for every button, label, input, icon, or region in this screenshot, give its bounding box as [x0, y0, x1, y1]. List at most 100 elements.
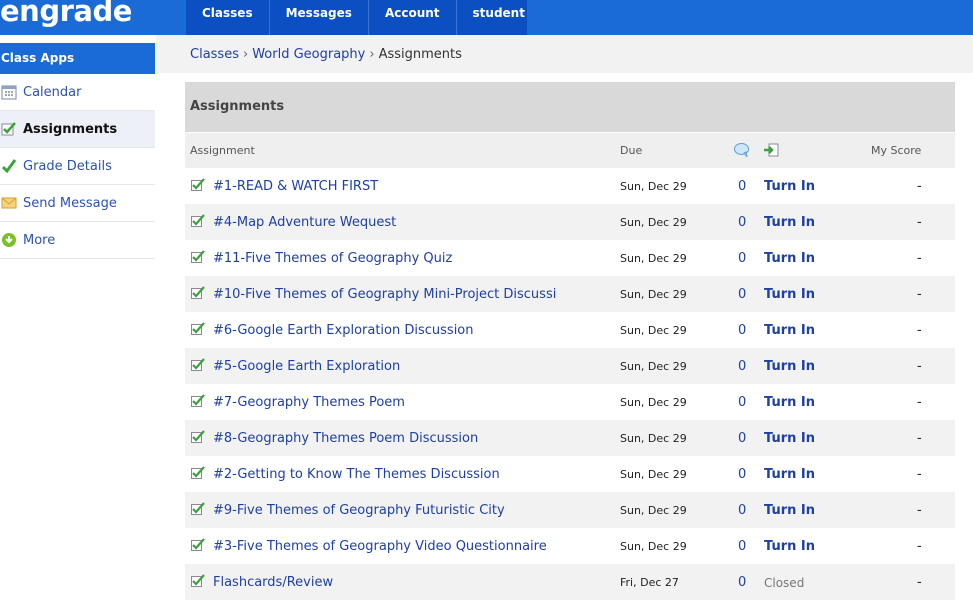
- down-arrow-icon: [2, 233, 16, 247]
- assignment-check-icon: [191, 214, 205, 227]
- assignment-link[interactable]: #3-Five Themes of Geography Video Questi…: [213, 539, 547, 554]
- due-date: Sun, Dec 29: [620, 504, 687, 517]
- turn-in-link[interactable]: Turn In: [764, 539, 815, 554]
- assignment-check-icon: [191, 430, 205, 443]
- sidebar: Class Apps Calendar Assignments Grade De…: [0, 43, 155, 259]
- table-row: #1-READ & WATCH FIRST Sun, Dec 29 0 Turn…: [185, 168, 955, 204]
- due-date: Sun, Dec 29: [620, 252, 687, 265]
- turn-in-link[interactable]: Turn In: [764, 503, 815, 518]
- comment-count[interactable]: 0: [738, 179, 746, 194]
- comment-count[interactable]: 0: [738, 251, 746, 266]
- due-date: Sun, Dec 29: [620, 288, 687, 301]
- table-row: #5-Google Earth Exploration Sun, Dec 29 …: [185, 348, 955, 384]
- header-my-score: My Score: [871, 144, 922, 157]
- assignment-link[interactable]: Flashcards/Review: [213, 575, 333, 590]
- my-score: -: [917, 251, 922, 266]
- assignment-link[interactable]: #6-Google Earth Exploration Discussion: [213, 323, 474, 338]
- assignment-link[interactable]: #5-Google Earth Exploration: [213, 359, 400, 374]
- nav-account[interactable]: Account: [369, 0, 457, 35]
- assignment-check-icon: [191, 574, 205, 587]
- turn-in-link[interactable]: Turn In: [764, 287, 815, 302]
- due-date: Sun, Dec 29: [620, 360, 687, 373]
- sidebar-heading: Class Apps: [0, 43, 155, 74]
- turn-in-link[interactable]: Turn In: [764, 179, 815, 194]
- my-score: -: [917, 431, 922, 446]
- turn-in-link[interactable]: Turn In: [764, 467, 815, 482]
- sidebar-item-label: Send Message: [23, 195, 117, 211]
- sidebar-item-calendar[interactable]: Calendar: [0, 74, 155, 111]
- table-row: #6-Google Earth Exploration Discussion S…: [185, 312, 955, 348]
- my-score: -: [917, 215, 922, 230]
- main-nav: Classes Messages Account student: [186, 0, 527, 35]
- sidebar-item-more[interactable]: More: [0, 222, 155, 259]
- nav-messages[interactable]: Messages: [270, 0, 369, 35]
- comment-count[interactable]: 0: [738, 323, 746, 338]
- sidebar-item-label: Assignments: [23, 121, 118, 137]
- turn-in-link[interactable]: Turn In: [764, 431, 815, 446]
- comment-count[interactable]: 0: [738, 359, 746, 374]
- sidebar-item-grade-details[interactable]: Grade Details: [0, 148, 155, 185]
- turn-in-link[interactable]: Turn In: [764, 251, 815, 266]
- my-score: -: [917, 359, 922, 374]
- engrade-logo[interactable]: engrade: [0, 0, 132, 28]
- sidebar-item-send-message[interactable]: Send Message: [0, 185, 155, 222]
- comment-bubble-icon: [734, 143, 749, 158]
- assignment-link[interactable]: #10-Five Themes of Geography Mini-Projec…: [213, 287, 556, 302]
- assignment-check-icon: [191, 322, 205, 335]
- table-row: #4-Map Adventure Wequest Sun, Dec 29 0 T…: [185, 204, 955, 240]
- due-date: Sun, Dec 29: [620, 432, 687, 445]
- breadcrumb-classes[interactable]: Classes: [190, 47, 239, 62]
- table-row: #9-Five Themes of Geography Futuristic C…: [185, 492, 955, 528]
- table-row: #2-Getting to Know The Themes Discussion…: [185, 456, 955, 492]
- comment-count[interactable]: 0: [738, 215, 746, 230]
- closed-status: Closed: [764, 576, 805, 590]
- assignment-link[interactable]: #2-Getting to Know The Themes Discussion: [213, 467, 500, 482]
- assignment-link[interactable]: #1-READ & WATCH FIRST: [213, 179, 378, 194]
- assignment-link[interactable]: #8-Geography Themes Poem Discussion: [213, 431, 478, 446]
- breadcrumb-bar: Classes › World Geography › Assignments: [156, 35, 973, 73]
- my-score: -: [917, 323, 922, 338]
- comment-count[interactable]: 0: [738, 431, 746, 446]
- assignment-link[interactable]: #11-Five Themes of Geography Quiz: [213, 251, 452, 266]
- nav-classes[interactable]: Classes: [186, 0, 270, 35]
- header-assignment: Assignment: [190, 144, 255, 157]
- comment-count[interactable]: 0: [738, 395, 746, 410]
- turn-in-link[interactable]: Turn In: [764, 395, 815, 410]
- top-bar: engrade Classes Messages Account student: [0, 0, 973, 35]
- my-score: -: [917, 179, 922, 194]
- sidebar-item-label: Grade Details: [23, 158, 112, 174]
- assignment-link[interactable]: #7-Geography Themes Poem: [213, 395, 405, 410]
- assignment-link[interactable]: #9-Five Themes of Geography Futuristic C…: [213, 503, 505, 518]
- sidebar-item-assignments[interactable]: Assignments: [0, 111, 155, 148]
- comment-count[interactable]: 0: [738, 287, 746, 302]
- assignment-check-icon: [191, 178, 205, 191]
- assignment-link[interactable]: #4-Map Adventure Wequest: [213, 215, 396, 230]
- breadcrumb-separator: ›: [242, 47, 249, 62]
- table-row: #3-Five Themes of Geography Video Questi…: [185, 528, 955, 564]
- comment-count[interactable]: 0: [738, 575, 746, 590]
- table-row: #7-Geography Themes Poem Sun, Dec 29 0 T…: [185, 384, 955, 420]
- turn-in-link[interactable]: Turn In: [764, 323, 815, 338]
- turn-in-link[interactable]: Turn In: [764, 215, 815, 230]
- due-date: Sun, Dec 29: [620, 540, 687, 553]
- due-date: Sun, Dec 29: [620, 216, 687, 229]
- table-row: #8-Geography Themes Poem Discussion Sun,…: [185, 420, 955, 456]
- assignment-check-icon: [191, 394, 205, 407]
- assignments-table-body: #1-READ & WATCH FIRST Sun, Dec 29 0 Turn…: [185, 168, 955, 600]
- comment-count[interactable]: 0: [738, 467, 746, 482]
- comment-count[interactable]: 0: [738, 539, 746, 554]
- check-icon: [1, 122, 16, 136]
- breadcrumb-separator: ›: [369, 47, 375, 62]
- breadcrumb: Classes › World Geography › Assignments: [190, 47, 462, 62]
- sidebar-item-label: More: [23, 232, 56, 248]
- assignment-check-icon: [191, 466, 205, 479]
- breadcrumb-world-geography[interactable]: World Geography: [252, 47, 365, 62]
- table-header: Assignment Due My Score: [185, 133, 955, 168]
- comment-count[interactable]: 0: [738, 503, 746, 518]
- my-score: -: [917, 575, 922, 590]
- nav-student[interactable]: student: [457, 0, 541, 35]
- due-date: Sun, Dec 29: [620, 180, 687, 193]
- due-date: Sun, Dec 29: [620, 324, 687, 337]
- turn-in-link[interactable]: Turn In: [764, 359, 815, 374]
- table-row: Flashcards/Review Fri, Dec 27 0 Closed -: [185, 564, 955, 600]
